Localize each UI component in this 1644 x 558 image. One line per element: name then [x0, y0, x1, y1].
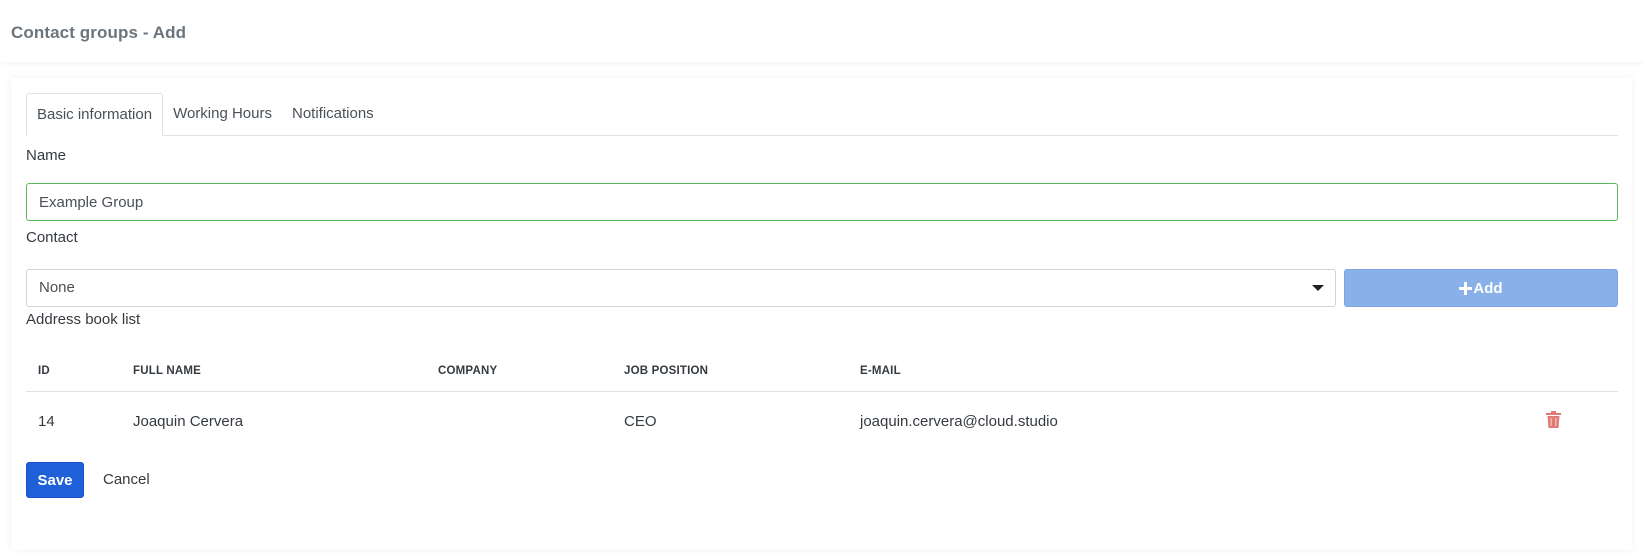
column-header-company: COMPANY	[426, 351, 612, 392]
trash-icon[interactable]	[1546, 410, 1561, 432]
cell-full-name: Joaquin Cervera	[133, 412, 244, 430]
name-input[interactable]	[26, 183, 1618, 221]
cell-job-position: CEO	[624, 412, 657, 430]
cell-email: joaquin.cervera@cloud.studio	[860, 412, 1058, 430]
column-header-id: ID	[26, 351, 121, 392]
name-label: Name	[26, 147, 67, 164]
contact-select-value: None	[39, 279, 75, 296]
tab-working-hours[interactable]: Working Hours	[163, 93, 282, 134]
address-book-table: ID FULL NAME COMPANY JOB POSITION E-MAIL…	[26, 351, 1618, 450]
column-header-full-name: FULL NAME	[121, 351, 426, 392]
tab-notifications[interactable]: Notifications	[282, 93, 384, 134]
address-book-label: Address book list	[26, 311, 141, 328]
tab-bar: Basic information Working Hours Notifica…	[26, 93, 1618, 136]
cell-actions	[1534, 392, 1618, 451]
add-contact-button[interactable]: Add	[1344, 269, 1618, 307]
contact-label: Contact	[26, 229, 78, 246]
caret-down-icon	[1312, 285, 1324, 291]
contact-select[interactable]: None	[26, 269, 1336, 307]
top-bar: Contact groups - Add	[0, 0, 1644, 62]
plus-icon	[1459, 281, 1473, 295]
add-button-label: Add	[1473, 279, 1503, 297]
page-title: Contact groups - Add	[11, 23, 187, 42]
tab-basic-information[interactable]: Basic information	[26, 93, 164, 136]
form-card: Basic information Working Hours Notifica…	[11, 78, 1632, 550]
column-header-job-position: JOB POSITION	[612, 351, 848, 392]
column-header-email: E-MAIL	[848, 351, 1534, 392]
cell-id: 14	[38, 412, 55, 430]
table-header-row: ID FULL NAME COMPANY JOB POSITION E-MAIL	[26, 351, 1618, 392]
save-button[interactable]: Save	[26, 462, 84, 498]
cancel-button[interactable]: Cancel	[103, 462, 150, 498]
column-header-actions	[1534, 351, 1618, 392]
cell-company	[426, 392, 612, 451]
table-row: 14 Joaquin Cervera CEO joaquin.cervera@c…	[26, 392, 1618, 451]
